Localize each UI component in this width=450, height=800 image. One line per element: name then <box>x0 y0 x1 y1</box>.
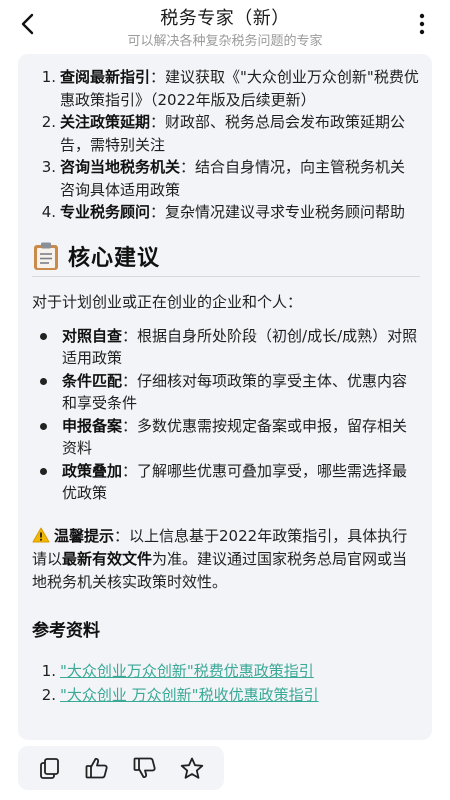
list-item: 条件匹配：仔细核对每项政策的享受主体、优惠内容和享受条件 <box>32 370 420 415</box>
reference-link-2[interactable]: "大众创业 万众创新"税收优惠政策指引 <box>60 683 319 707</box>
message-actions <box>18 746 224 790</box>
star-icon <box>181 757 204 779</box>
favorite-button[interactable] <box>176 752 208 784</box>
bullet <box>32 415 58 460</box>
more-vertical-icon <box>419 13 425 35</box>
list-item: 4. 专业税务顾问：复杂情况建议寻求专业税务顾问帮助 <box>41 203 406 221</box>
page-subtitle: 可以解决各种复杂税务问题的专家 <box>127 34 323 49</box>
top-bar: 税务专家（新） 可以解决各种复杂税务问题的专家 <box>0 0 450 52</box>
references-title: 参考资料 <box>32 620 100 641</box>
list-item: 1. 查阅最新指引：建议获取《"大众创业万众创新"税费优惠政策指引》（2022年… <box>41 68 419 109</box>
answer-bubble: 1. 查阅最新指引：建议获取《"大众创业万众创新"税费优惠政策指引》（2022年… <box>18 54 432 740</box>
intro-text: 对于计划创业或正在创业的企业和个人： <box>32 292 303 311</box>
copy-icon <box>39 758 59 779</box>
list-item: 3. 咨询当地税务机关：结合自身情况，向主管税务机关咨询具体适用政策 <box>41 158 406 199</box>
list-item: 2. 关注政策延期：财政部、税务总局会发布政策延期公告，需特别关注 <box>41 113 406 154</box>
like-button[interactable] <box>81 752 113 784</box>
page-title: 税务专家（新） <box>160 8 290 29</box>
more-button[interactable] <box>408 10 436 38</box>
bullet <box>32 460 58 505</box>
steps-list: 1. 查阅最新指引：建议获取《"大众创业万众创新"税费优惠政策指引》（2022年… <box>32 66 420 224</box>
warning-icon <box>32 527 50 542</box>
clipboard-icon <box>34 242 58 270</box>
dislike-button[interactable] <box>129 752 161 784</box>
thumbs-up-icon <box>85 758 108 779</box>
list-item: 对照自查：根据自身所处阶段（初创/成长/成熟）对照适用政策 <box>32 325 420 370</box>
reference-link-1[interactable]: "大众创业万众创新"税费优惠政策指引 <box>60 659 314 683</box>
list-item: 2. "大众创业 万众创新"税收优惠政策指引 <box>32 683 420 707</box>
list-item: 1. "大众创业万众创新"税费优惠政策指引 <box>32 659 420 683</box>
section-heading: 核心建议 <box>32 240 420 277</box>
list-item: 政策叠加：了解哪些优惠可叠加享受，哪些需选择最优政策 <box>32 460 420 505</box>
copy-button[interactable] <box>34 752 66 784</box>
section-title: 核心建议 <box>68 245 161 271</box>
warning-note: 温馨提示：以上信息基于2022年政策指引，具体执行请以最新有效文件为准。建议通过… <box>32 526 408 591</box>
bullet <box>32 325 58 370</box>
bullet <box>32 370 58 415</box>
tips-list: 对照自查：根据自身所处阶段（初创/成长/成熟）对照适用政策 条件匹配：仔细核对每… <box>32 325 420 505</box>
references-list: 1. "大众创业万众创新"税费优惠政策指引 2. "大众创业 万众创新"税收优惠… <box>32 659 420 707</box>
list-item: 申报备案：多数优惠需按规定备案或申报，留存相关资料 <box>32 415 420 460</box>
thumbs-down-icon <box>133 757 156 778</box>
